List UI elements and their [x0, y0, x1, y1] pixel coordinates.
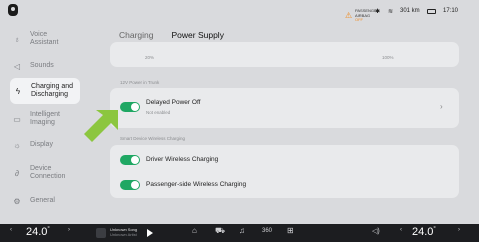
- speaker-icon: ◁: [13, 61, 21, 71]
- album-art[interactable]: [96, 228, 106, 238]
- airbag-indicator: ⚠ PASSENGER AIRBAG OFF: [345, 8, 380, 23]
- sidebar-item-device-connection[interactable]: ∂ Device Connection: [12, 160, 82, 186]
- sidebar-item-label: Device Connection: [30, 165, 66, 180]
- sidebar-item-label: Voice Assistant: [30, 31, 59, 46]
- delayed-power-off-title: Delayed Power Off: [146, 99, 201, 106]
- tab-bar: Charging Power Supply: [119, 30, 224, 44]
- volume-icon[interactable]: ◁): [372, 227, 380, 235]
- range-min-label: 20%: [145, 55, 155, 60]
- sidebar-item-label: Charging and Discharging: [31, 83, 74, 98]
- chevron-right-icon[interactable]: ›: [440, 102, 443, 111]
- passenger-wireless-charging-toggle[interactable]: [120, 180, 140, 190]
- camera-360-icon[interactable]: 360: [262, 228, 272, 234]
- brand-logo: [8, 4, 18, 16]
- sidebar-item-charging-and-discharging[interactable]: ϟ Charging and Discharging: [10, 78, 80, 104]
- camera-icon: ▭: [13, 114, 21, 124]
- sidebar-item-label: General: [30, 197, 55, 204]
- wireless-charging-card: Driver Wireless Charging Passenger-side …: [110, 145, 459, 198]
- arrow-pointer-icon: [84, 110, 118, 142]
- apps-grid-icon[interactable]: ⊞: [287, 226, 294, 235]
- sidebar-item-display[interactable]: ☼ Display: [12, 132, 82, 158]
- passenger-wireless-charging-label: Passenger-side Wireless Charging: [146, 181, 247, 188]
- sidebar-item-label: Sounds: [30, 62, 54, 69]
- delayed-power-off-status: Not enabled: [146, 110, 171, 115]
- sidebar-item-sounds[interactable]: ◁ Sounds: [12, 53, 82, 79]
- tab-charging[interactable]: Charging: [119, 30, 154, 40]
- temp-right-decrease-icon[interactable]: ‹: [400, 227, 402, 233]
- music-icon[interactable]: ♫: [239, 226, 245, 235]
- tab-power-supply[interactable]: Power Supply: [171, 30, 224, 44]
- car-icon[interactable]: ⛟: [215, 226, 225, 236]
- temp-left-increase-icon[interactable]: ›: [68, 227, 70, 233]
- temp-right-increase-icon[interactable]: ›: [458, 227, 460, 233]
- media-info[interactable]: Unknown Song Unknown Artist: [110, 227, 137, 237]
- driver-wireless-charging-label: Driver Wireless Charging: [146, 156, 219, 163]
- media-artist: Unknown Artist: [110, 231, 137, 237]
- wifi-icon: ≋: [388, 9, 394, 15]
- brightness-icon: ☼: [13, 140, 21, 150]
- section-title-trunk-power: 12V Power in Trunk: [120, 80, 160, 85]
- airbag-state: OFF: [355, 17, 363, 22]
- settings-sidebar: ♁ Voice Assistant ◁ Sounds ϟ Charging an…: [0, 20, 86, 228]
- sidebar-item-label: Intelligent Imaging: [30, 111, 60, 126]
- sidebar-item-intelligent-imaging[interactable]: ▭ Intelligent Imaging: [12, 106, 82, 132]
- sidebar-item-general[interactable]: ⚙ General: [12, 188, 82, 214]
- clock-time: 17:10: [443, 8, 459, 14]
- driver-wireless-charging-toggle[interactable]: [120, 155, 140, 165]
- section-title-wireless-charging: Smart Device Wireless Charging: [120, 136, 186, 141]
- range-max-label: 100%: [382, 55, 394, 60]
- temp-left-value[interactable]: 24.0°: [26, 226, 50, 238]
- airbag-icon: ⚠: [345, 10, 353, 20]
- temp-right-value[interactable]: 24.0°: [412, 226, 436, 238]
- sidebar-item-voice-assistant[interactable]: ♁ Voice Assistant: [12, 26, 82, 52]
- charging-icon: ϟ: [15, 86, 21, 96]
- link-icon: ∂: [15, 168, 19, 178]
- bottom-dock: ‹ 24.0° › Unknown Song Unknown Artist ⌂ …: [0, 224, 479, 242]
- range-card: 20% 100%: [110, 42, 459, 67]
- range-value: 301 km: [400, 8, 420, 14]
- delayed-power-off-toggle[interactable]: [120, 102, 140, 112]
- gear-icon: ⚙: [13, 196, 21, 206]
- home-icon[interactable]: ⌂: [192, 226, 197, 235]
- sidebar-item-label: Display: [30, 141, 53, 148]
- play-icon[interactable]: [147, 229, 153, 237]
- bluetooth-icon: ✱: [375, 9, 381, 15]
- battery-icon: [427, 9, 436, 14]
- microphone-icon: ♁: [14, 34, 20, 44]
- delayed-power-off-card[interactable]: Delayed Power Off Not enabled ›: [110, 88, 459, 128]
- temp-left-decrease-icon[interactable]: ‹: [10, 227, 12, 233]
